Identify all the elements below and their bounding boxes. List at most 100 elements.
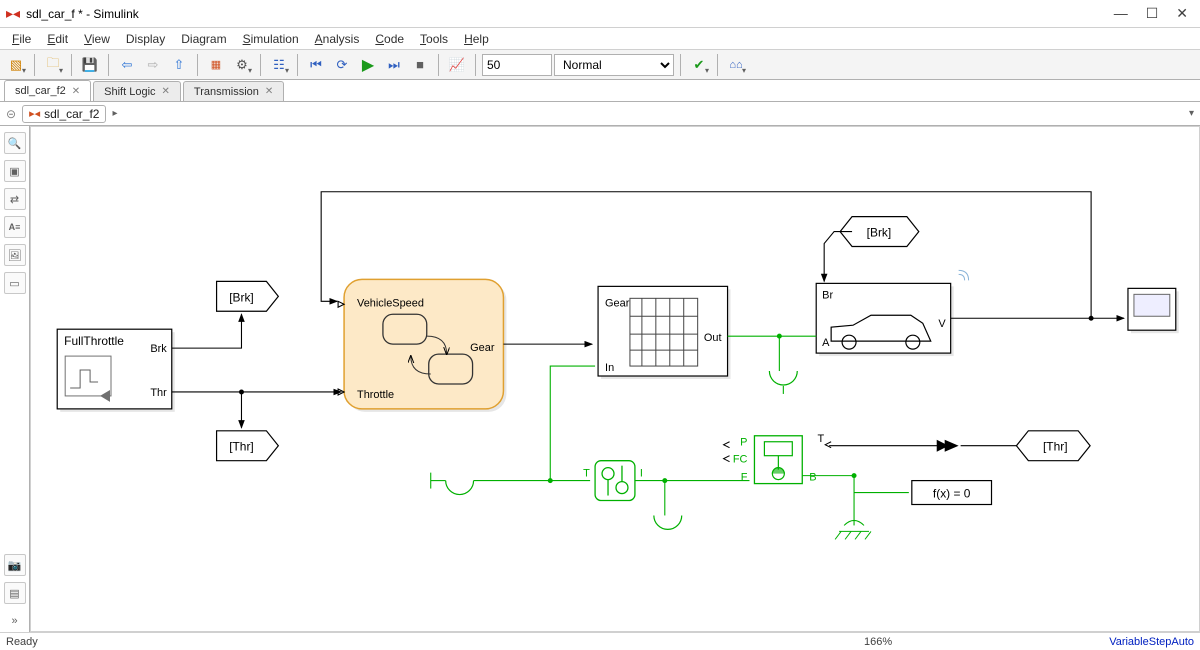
close-icon[interactable]: ✕ (265, 86, 273, 97)
arrow-tool-icon[interactable]: ⇄ (4, 188, 26, 210)
close-icon[interactable]: ✕ (72, 86, 80, 97)
stop-button[interactable]: ■ (408, 53, 432, 77)
nav-up-button[interactable]: ⇧ (167, 53, 191, 77)
svg-text:Br: Br (822, 289, 833, 301)
model-tab-label: Shift Logic (104, 86, 155, 98)
nav-back-button[interactable]: ⇦ (115, 53, 139, 77)
svg-text:Gear: Gear (605, 297, 630, 309)
svg-text:f(x) = 0: f(x) = 0 (933, 487, 971, 501)
block-goto-thr[interactable]: [Thr] (217, 431, 279, 461)
svg-text:Brk: Brk (150, 343, 167, 355)
svg-text:[Brk]: [Brk] (867, 226, 892, 240)
close-icon[interactable]: ✕ (162, 86, 170, 97)
build-button[interactable]: ⌂⌂ (724, 53, 748, 77)
svg-text:[Brk]: [Brk] (229, 290, 254, 304)
menu-file[interactable]: File (4, 30, 39, 48)
block-signal-builder[interactable]: FullThrottle Brk Thr (57, 329, 175, 412)
status-bar: Ready 166% VariableStepAuto (0, 632, 1200, 650)
hide-explorer-bar-icon[interactable]: ⊝ (6, 107, 16, 121)
model-tab-strip: sdl_car_f2 ✕ Shift Logic ✕ Transmission … (0, 80, 1200, 102)
model-tab-shiftlogic[interactable]: Shift Logic ✕ (93, 81, 181, 101)
fast-restart-button[interactable]: ⟳ (330, 53, 354, 77)
block-from-thr[interactable]: [Thr] (1016, 431, 1090, 461)
block-torque-converter[interactable]: T I (583, 461, 643, 501)
svg-text:I: I (640, 468, 643, 480)
block-transmission[interactable]: Gear In Out (598, 286, 730, 379)
svg-text:[Thr]: [Thr] (1043, 440, 1068, 454)
svg-text:P: P (740, 437, 747, 449)
svg-text:T: T (817, 433, 824, 445)
stop-time-input[interactable] (482, 54, 552, 76)
breadcrumb-root[interactable]: ▸◂ sdl_car_f2 (22, 105, 106, 123)
annotation-tool-icon[interactable]: A≡ (4, 216, 26, 238)
status-solver[interactable]: VariableStepAuto (1109, 636, 1194, 648)
diagram-canvas[interactable]: FullThrottle Brk Thr [Brk] [Thr] (30, 126, 1200, 632)
zoom-fit-icon[interactable]: 🔍 (4, 132, 26, 154)
svg-text:In: In (605, 362, 614, 374)
svg-text:A: A (822, 337, 830, 349)
run-button[interactable]: ▶ (356, 53, 380, 77)
menu-edit[interactable]: Edit (39, 30, 76, 48)
step-back-button[interactable]: ⏮ (304, 53, 328, 77)
window-maximize-button[interactable]: ☐ (1146, 5, 1159, 22)
status-ready: Ready (6, 636, 38, 648)
block-mechanical-rotational-reference[interactable] (431, 473, 474, 495)
model-advisor-button[interactable]: ✔ (687, 53, 711, 77)
model-explorer-button[interactable]: ☷ (267, 53, 291, 77)
svg-text:T: T (583, 468, 590, 480)
expand-palette-icon[interactable]: » (4, 610, 26, 632)
simulink-app-icon: ▸◂ (6, 5, 20, 22)
svg-text:Thr: Thr (150, 387, 167, 399)
svg-text:[Thr]: [Thr] (229, 440, 254, 454)
menubar: File Edit View Display Diagram Simulatio… (0, 28, 1200, 50)
block-simulink-ps-converter[interactable] (937, 440, 959, 452)
palette-toolbar: 🔍 ▣ ⇄ A≡ 🖼 ▭ 📷 ▤ » (0, 126, 30, 632)
new-model-button[interactable]: ▧ (4, 53, 28, 77)
svg-text:Gear: Gear (470, 342, 495, 354)
block-scope[interactable] (1128, 288, 1179, 333)
block-goto-brk[interactable]: [Brk] (217, 281, 279, 311)
model-tab-sdlcarf2[interactable]: sdl_car_f2 ✕ (4, 80, 91, 101)
breadcrumb-bar: ⊝ ▸◂ sdl_car_f2 ▸ ▾ (0, 102, 1200, 126)
breadcrumb-label: sdl_car_f2 (44, 107, 99, 121)
main-toolbar: ▧ 🗀 💾 ⇦ ⇨ ⇧ ▦ ⚙ ☷ ⏮ ⟳ ▶ ⏭ ■ 📈 Normal ✔ ⌂… (0, 50, 1200, 80)
requirements-icon[interactable]: ▤ (4, 582, 26, 604)
svg-text:Throttle: Throttle (357, 389, 394, 401)
block-solver-configuration[interactable]: f(x) = 0 (912, 481, 992, 505)
svg-text:F: F (741, 472, 748, 484)
menu-view[interactable]: View (76, 30, 118, 48)
menu-tools[interactable]: Tools (412, 30, 456, 48)
nav-forward-button[interactable]: ⇨ (141, 53, 165, 77)
zoom-rect-icon[interactable]: ▣ (4, 160, 26, 182)
menu-simulation[interactable]: Simulation (235, 30, 307, 48)
library-browser-button[interactable]: ▦ (204, 53, 228, 77)
block-mechanical-ground[interactable] (835, 493, 871, 540)
svg-text:FC: FC (733, 454, 748, 466)
svg-text:FullThrottle: FullThrottle (64, 334, 124, 348)
menu-analysis[interactable]: Analysis (307, 30, 368, 48)
simulation-mode-select[interactable]: Normal (554, 54, 674, 76)
block-vehicle-body[interactable]: Br A V (816, 270, 968, 356)
model-tab-transmission[interactable]: Transmission ✕ (183, 81, 284, 101)
menu-help[interactable]: Help (456, 30, 497, 48)
menu-diagram[interactable]: Diagram (173, 30, 234, 48)
chevron-down-icon[interactable]: ▾ (1189, 108, 1194, 119)
svg-text:Out: Out (704, 332, 722, 344)
save-button[interactable]: 💾 (78, 53, 102, 77)
simulation-data-inspector-button[interactable]: 📈 (445, 53, 469, 77)
step-forward-button[interactable]: ⏭ (382, 53, 406, 77)
block-engine[interactable]: F B P FC (724, 436, 817, 484)
window-minimize-button[interactable]: — (1114, 5, 1128, 22)
svg-text:VehicleSpeed: VehicleSpeed (357, 297, 424, 309)
block-stateflow-shift-logic[interactable]: VehicleSpeed Throttle Gear (338, 279, 506, 411)
menu-display[interactable]: Display (118, 30, 173, 48)
status-zoom[interactable]: 166% (864, 636, 892, 648)
model-config-button[interactable]: ⚙ (230, 53, 254, 77)
model-tab-label: Transmission (194, 86, 259, 98)
image-tool-icon[interactable]: 🖼 (4, 244, 26, 266)
screenshot-icon[interactable]: 📷 (4, 554, 26, 576)
area-tool-icon[interactable]: ▭ (4, 272, 26, 294)
menu-code[interactable]: Code (367, 30, 412, 48)
window-close-button[interactable]: ✕ (1176, 5, 1188, 22)
open-button[interactable]: 🗀 (41, 53, 65, 77)
